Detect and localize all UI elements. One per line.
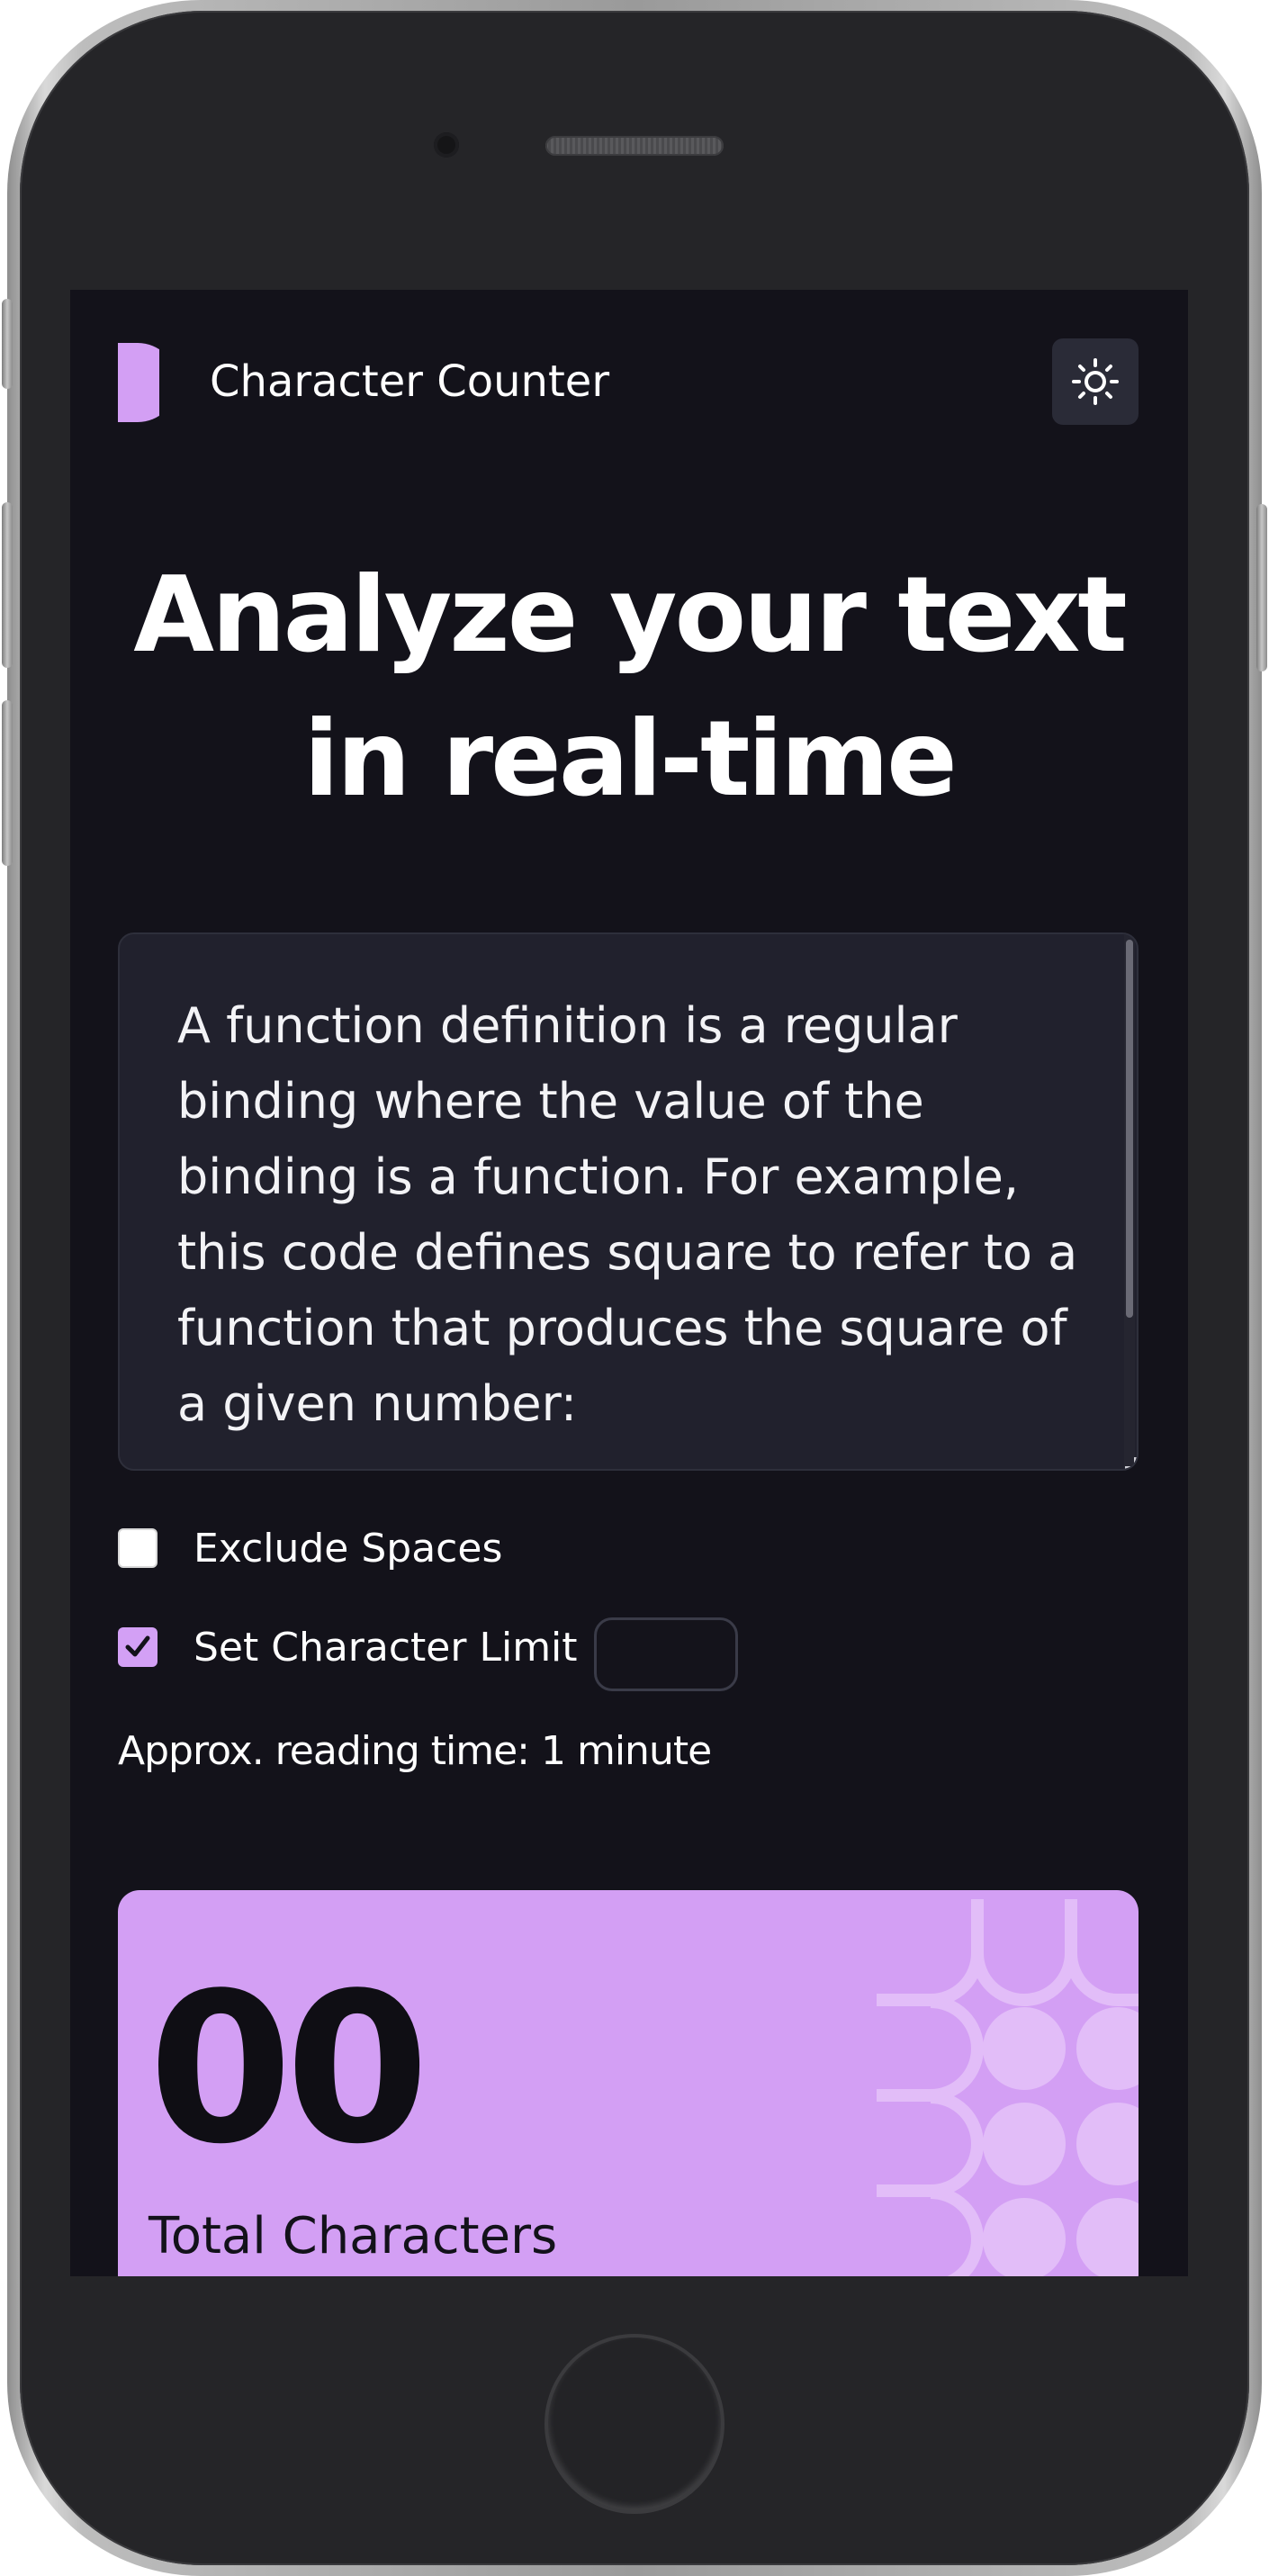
character-limit-input[interactable]: [594, 1617, 738, 1691]
exclude-spaces-option[interactable]: Exclude Spaces: [118, 1523, 502, 1573]
app-title: Character Counter: [210, 356, 610, 407]
home-button[interactable]: [548, 2337, 721, 2510]
exclude-spaces-label: Exclude Spaces: [194, 1525, 503, 1572]
textarea-resize-handle[interactable]: [1125, 1457, 1137, 1469]
page-headline: Analyze your text in real-time: [133, 554, 1127, 820]
half-circle-logo-icon: [118, 343, 159, 422]
volume-up-button: [2, 502, 13, 668]
text-input-value[interactable]: A function definition is a regular bindi…: [177, 988, 1086, 1442]
checkmark-icon: [125, 1635, 150, 1657]
total-characters-label: Total Characters: [148, 2207, 558, 2265]
decorative-pattern-icon: [877, 1899, 1138, 2276]
textarea-scrollbar-thumb[interactable]: [1126, 940, 1133, 1318]
power-button: [1256, 504, 1267, 671]
reading-time: Approx. reading time: 1 minute: [118, 1728, 712, 1774]
exclude-spaces-checkbox[interactable]: [118, 1528, 158, 1568]
total-characters-card: 00 Total Characters: [118, 1890, 1138, 2276]
theme-toggle-button[interactable]: [1052, 338, 1138, 425]
earpiece-speaker: [545, 136, 724, 156]
front-camera: [434, 132, 459, 158]
total-characters-value: 00: [148, 1950, 429, 2190]
volume-down-button: [2, 700, 13, 866]
sun-icon: [1072, 358, 1119, 405]
character-limit-label: Set Character Limit: [194, 1624, 578, 1671]
text-input-area[interactable]: A function definition is a regular bindi…: [118, 932, 1138, 1471]
app-screen: Character Counter Analyze your text in r…: [70, 290, 1188, 2276]
character-limit-checkbox[interactable]: [118, 1627, 158, 1667]
character-limit-option[interactable]: Set Character Limit: [118, 1622, 578, 1672]
silent-switch: [2, 299, 13, 389]
